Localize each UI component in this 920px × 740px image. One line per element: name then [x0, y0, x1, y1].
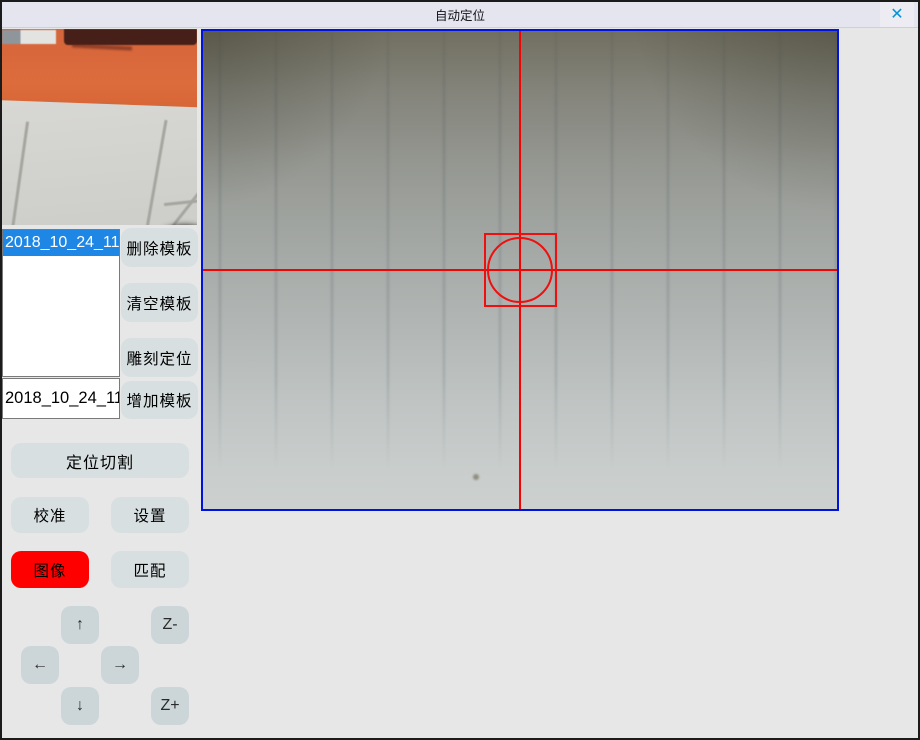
thumbnail-dark-strip [64, 29, 197, 45]
arrow-left-icon: ← [32, 656, 48, 674]
calibrate-button[interactable]: 校准 [11, 497, 89, 533]
jog-up-button[interactable]: ↑ [61, 606, 99, 644]
arrow-right-icon: → [112, 656, 128, 674]
arrow-up-icon: ↑ [76, 616, 84, 634]
title-bar: 自动定位 ✕ [2, 2, 918, 28]
jog-right-button[interactable]: → [101, 646, 139, 684]
delete-template-button[interactable]: 删除模板 [121, 228, 198, 267]
thumbnail-gray-block [2, 30, 56, 44]
template-list[interactable]: 2018_10_24_11 [2, 229, 120, 377]
target-roi-circle [487, 237, 553, 303]
arrow-down-icon: ↓ [76, 697, 84, 715]
engrave-position-button[interactable]: 雕刻定位 [121, 338, 198, 377]
camera-view[interactable] [201, 29, 839, 511]
position-cut-button[interactable]: 定位切割 [11, 443, 189, 478]
template-thumbnail-image [2, 29, 197, 225]
auto-position-window: 自动定位 ✕ 2018_10_24_11 删除模板 清空模板 雕刻定位 增加模板… [0, 0, 920, 740]
image-button[interactable]: 图像 [11, 551, 89, 588]
clear-templates-button[interactable]: 清空模板 [121, 283, 198, 322]
jog-z-plus-button[interactable]: Z+ [151, 687, 189, 725]
jog-down-button[interactable]: ↓ [61, 687, 99, 725]
add-template-button[interactable]: 增加模板 [121, 381, 198, 419]
camera-speck [473, 474, 479, 480]
close-icon: ✕ [890, 7, 903, 23]
jog-z-minus-button[interactable]: Z- [151, 606, 189, 644]
template-name-input[interactable] [2, 378, 120, 419]
template-list-item[interactable]: 2018_10_24_11 [3, 230, 119, 256]
close-button[interactable]: ✕ [880, 2, 914, 27]
match-button[interactable]: 匹配 [111, 551, 189, 588]
window-title: 自动定位 [435, 5, 485, 24]
jog-left-button[interactable]: ← [21, 646, 59, 684]
settings-button[interactable]: 设置 [111, 497, 189, 533]
